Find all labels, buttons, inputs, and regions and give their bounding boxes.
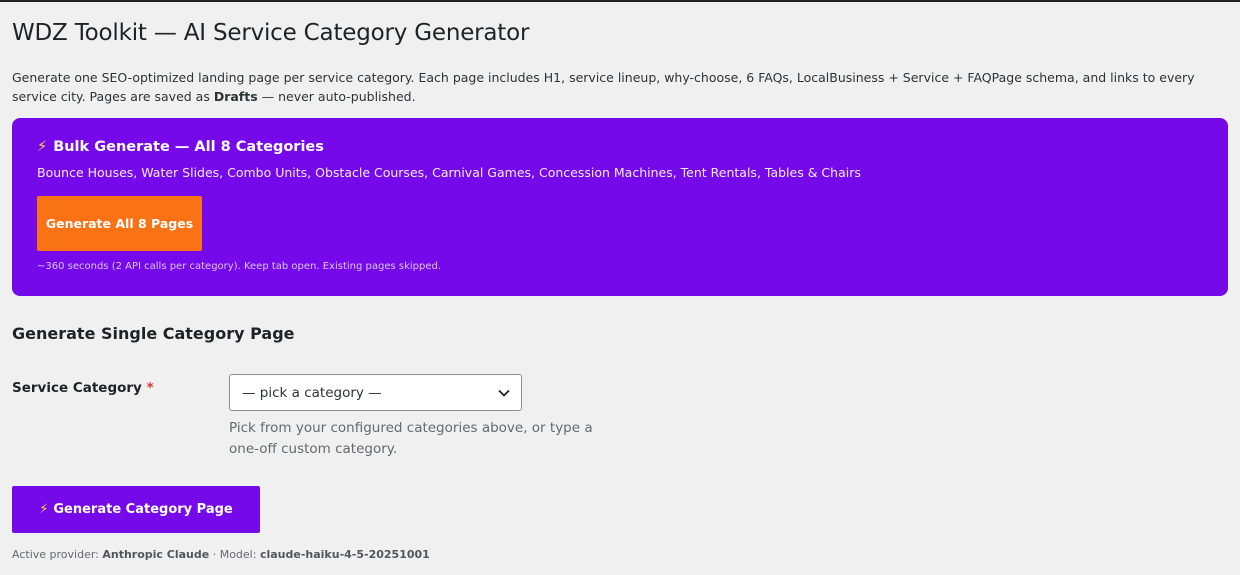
category-help-text: Pick from your configured categories abo… [229,420,593,457]
provider-model: claude-haiku-4-5-20251001 [259,548,430,561]
lightning-icon: ⚡ [39,502,49,517]
provider-separator: · Model: [209,548,260,561]
generate-category-button[interactable]: ⚡ Generate Category Page [12,486,260,533]
generate-category-label: Generate Category Page [53,502,233,517]
service-category-select[interactable]: — pick a category — [229,374,522,411]
chevron-down-icon [498,389,510,397]
admin-top-border [0,0,1240,2]
required-marker: * [146,380,154,396]
page-title: WDZ Toolkit — AI Service Category Genera… [12,20,530,46]
provider-prefix: Active provider: [12,548,103,561]
provider-name: Anthropic Claude [102,548,210,561]
service-category-label: Service Category * [12,380,154,396]
bulk-title: ⚡ Bulk Generate — All 8 Categories [37,139,324,155]
intro-text: Generate one SEO-optimized landing page … [12,70,1195,104]
generate-all-button[interactable]: Generate All 8 Pages [37,196,202,251]
bulk-title-text: Bulk Generate — All 8 Categories [53,139,324,155]
bulk-time-note: ~360 seconds (2 API calls per category).… [37,261,442,272]
bulk-generate-panel: ⚡ Bulk Generate — All 8 Categories Bounce… [12,118,1228,296]
provider-info: Active provider: Anthropic Claude · Mode… [12,548,430,561]
intro-drafts-bold: Drafts [213,89,258,104]
select-current-value: — pick a category — [242,385,382,401]
intro-tail: — never auto-published. [257,89,416,104]
service-category-label-text: Service Category [12,380,142,396]
lightning-icon: ⚡ [37,139,48,155]
bulk-category-list: Bounce Houses, Water Slides, Combo Units… [37,165,861,180]
single-section-title: Generate Single Category Page [12,324,295,343]
intro-description: Generate one SEO-optimized landing page … [12,68,1230,106]
